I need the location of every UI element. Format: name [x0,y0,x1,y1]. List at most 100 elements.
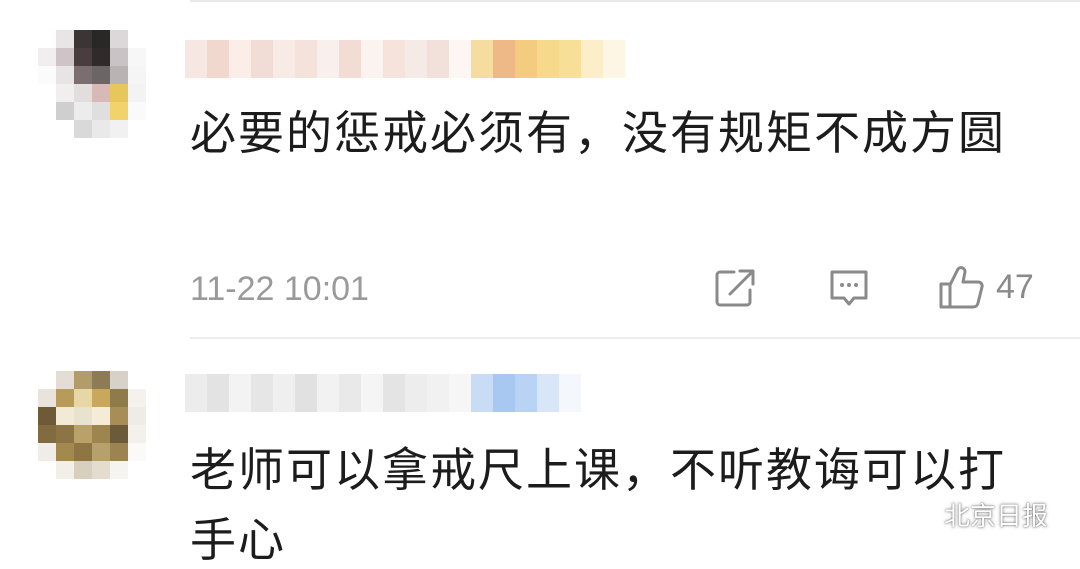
avatar-pixel [74,425,92,443]
avatar-pixel [74,461,92,479]
username-pixel [383,40,405,78]
username-pixel [603,40,625,78]
comment-item: 老师可以拿戒尺上课，不听教诲可以打手心 [0,338,1080,569]
username-pixel [229,374,251,412]
username-pixel [581,40,603,78]
avatar-pixel [128,389,146,407]
avatar-pixel [92,461,110,479]
username-pixel [361,40,383,78]
avatar-pixel [128,48,146,66]
username-blurred[interactable] [185,40,625,78]
avatar-pixel [128,102,146,120]
avatar-pixel [74,84,92,102]
avatar-pixel [110,48,128,66]
avatar-pixel [110,30,128,48]
username-blurred[interactable] [185,374,581,412]
share-icon [715,269,755,307]
avatar-pixel [128,120,146,138]
avatar-pixel [110,443,128,461]
comment-list: 必要的惩戒必须有，没有规矩不成方圆 11-22 10:01 47 老师可以拿戒尺… [0,0,1080,569]
username-pixel [427,40,449,78]
avatar-pixel [56,443,74,461]
avatar-pixel [38,407,56,425]
comment-item: 必要的惩戒必须有，没有规矩不成方圆 11-22 10:01 47 [0,0,1080,338]
comment-text: 必要的惩戒必须有，没有规矩不成方圆 [190,106,1006,160]
avatar-pixel [92,407,110,425]
avatar-pixel [38,120,56,138]
avatar-pixel [74,102,92,120]
like-count: 47 [996,267,1034,306]
username-pixel [449,374,471,412]
avatar-pixel [38,371,56,389]
watermark-label: 北京日报 [943,502,1048,532]
reply-button[interactable] [828,268,870,310]
avatar-pixel [92,120,110,138]
avatar[interactable] [38,30,146,138]
avatar-pixel [56,120,74,138]
username-pixel [295,374,317,412]
avatar-pixel [56,461,74,479]
username-pixel [493,40,515,78]
avatar-pixel [38,443,56,461]
username-pixel [383,374,405,412]
username-pixel [515,40,537,78]
avatar-pixel [110,66,128,84]
avatar-pixel [128,425,146,443]
avatar-pixel [110,120,128,138]
avatar-pixel [128,66,146,84]
avatar-pixel [92,443,110,461]
username-pixel [207,374,229,412]
username-pixel [449,40,471,78]
username-pixel [537,40,559,78]
username-pixel [251,374,273,412]
thumbs-up-icon [939,266,984,309]
avatar-pixel [56,66,74,84]
username-pixel [339,40,361,78]
avatar-pixel [92,30,110,48]
avatar-pixel [110,425,128,443]
username-pixel [339,374,361,412]
avatar-pixel [110,84,128,102]
username-pixel [559,40,581,78]
username-pixel [471,40,493,78]
username-pixel [493,374,515,412]
avatar-pixel [128,371,146,389]
avatar-pixel [110,407,128,425]
avatar-pixel [128,443,146,461]
avatar-pixel [92,102,110,120]
username-pixel [251,40,273,78]
username-pixel [273,40,295,78]
username-pixel [185,374,207,412]
avatar-pixel [56,425,74,443]
avatar-pixel [92,48,110,66]
avatar-pixel [74,66,92,84]
avatar-pixel [38,84,56,102]
avatar-pixel [38,30,56,48]
avatar-pixel [110,102,128,120]
avatar-pixel [56,30,74,48]
comment-icon [830,270,868,306]
username-pixel [405,40,427,78]
avatar-pixel [74,30,92,48]
username-pixel [317,374,339,412]
username-pixel [185,40,207,78]
avatar-pixel [56,371,74,389]
avatar-pixel [56,407,74,425]
avatar-pixel [128,30,146,48]
username-pixel [515,374,537,412]
avatar-pixel [110,371,128,389]
comment-timestamp: 11-22 10:01 [190,270,369,308]
avatar-pixel [128,84,146,102]
share-button[interactable] [714,268,756,308]
username-pixel [559,374,581,412]
avatar-pixel [74,407,92,425]
username-pixel [405,374,427,412]
avatar[interactable] [38,371,146,479]
like-button[interactable]: 47 [938,264,1034,310]
avatar-pixel [74,48,92,66]
avatar-pixel [74,371,92,389]
avatar-pixel [38,425,56,443]
username-pixel [207,40,229,78]
avatar-pixel [92,425,110,443]
avatar-pixel [110,389,128,407]
